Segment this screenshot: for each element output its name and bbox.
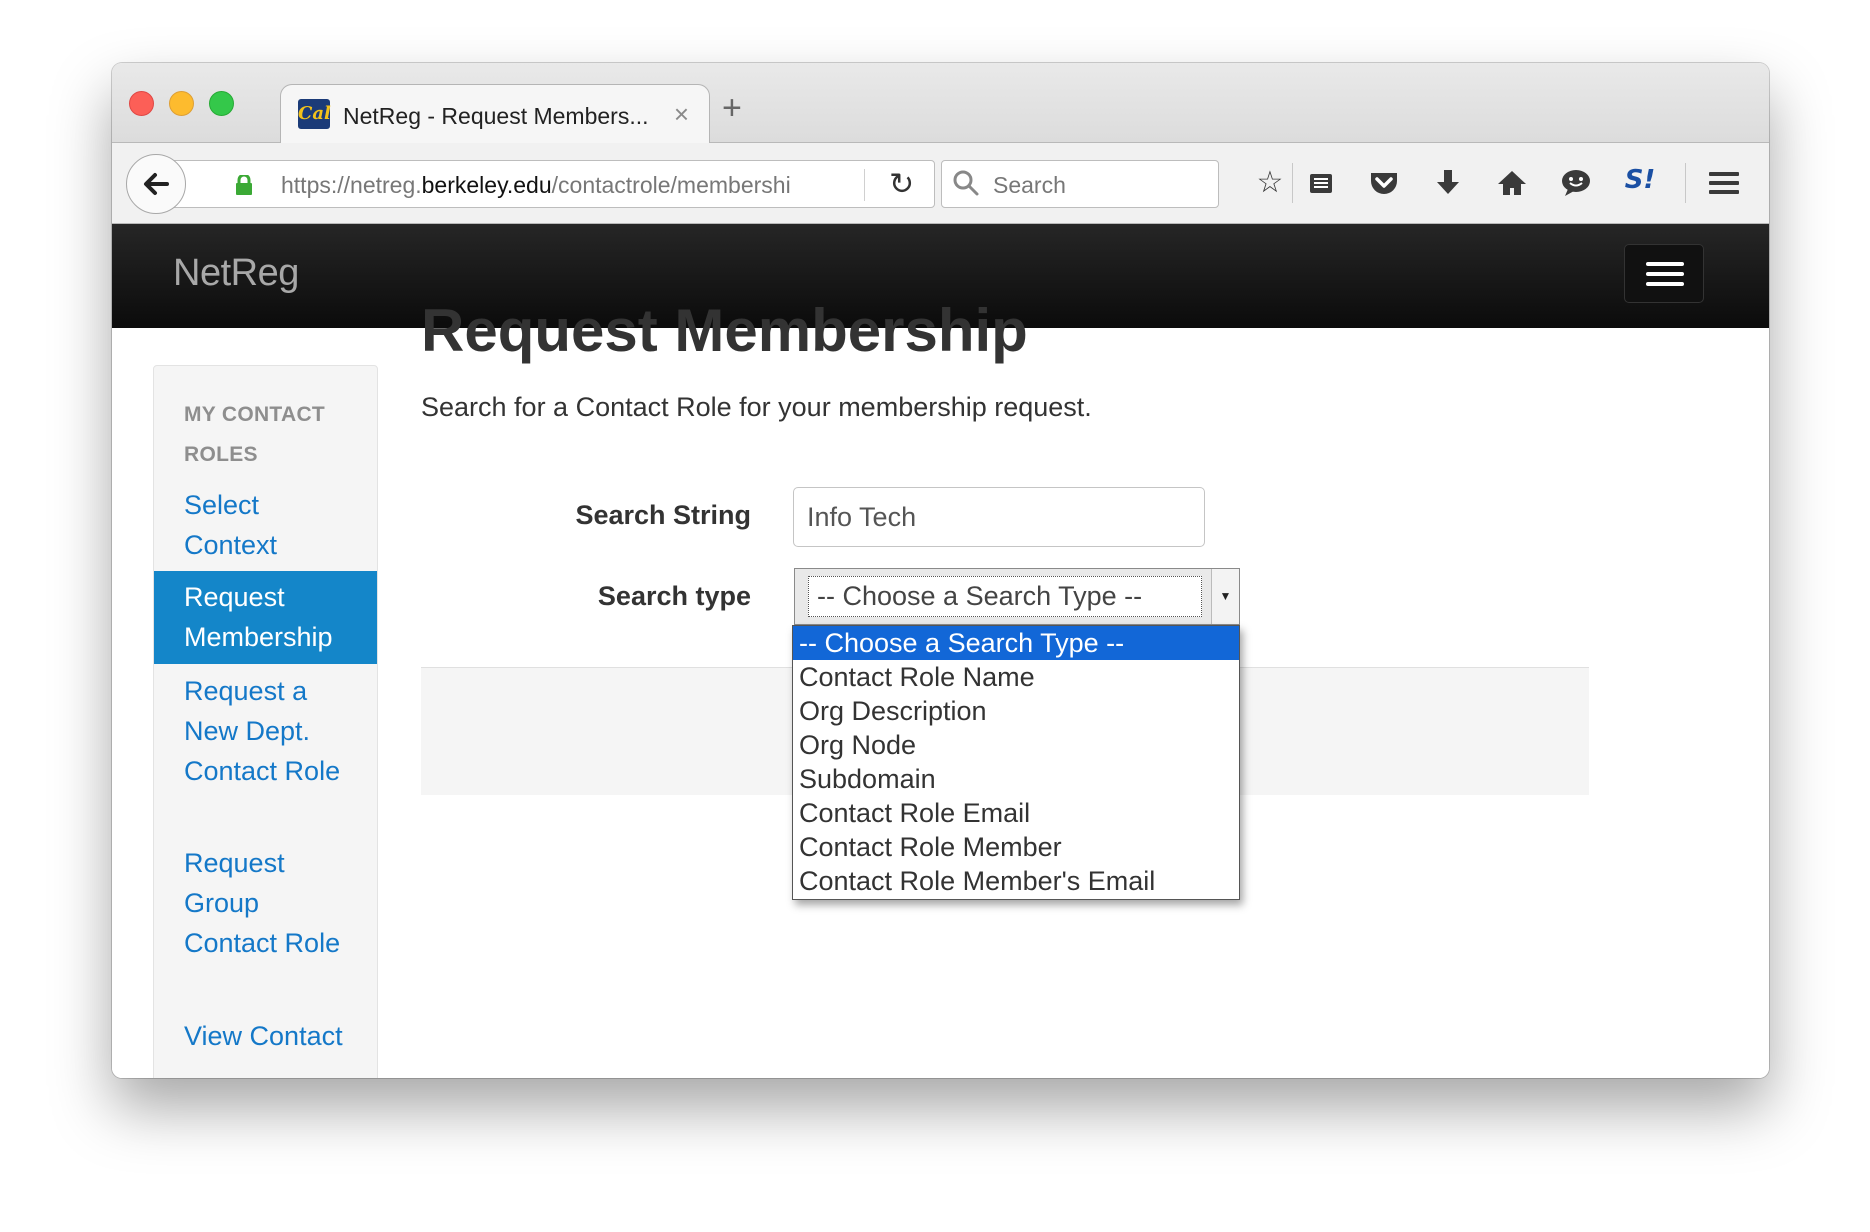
sidebar-item-request-group-contact-role[interactable]: Request Group Contact Role: [154, 843, 377, 963]
url-separator: [864, 169, 865, 201]
search-bar[interactable]: Search: [941, 160, 1219, 208]
download-icon[interactable]: [1428, 165, 1468, 205]
home-icon[interactable]: [1492, 165, 1532, 205]
dropdown-option[interactable]: -- Choose a Search Type --: [793, 626, 1239, 660]
search-string-input[interactable]: Info Tech: [793, 487, 1205, 547]
dropdown-option[interactable]: Contact Role Member's Email: [793, 864, 1239, 898]
dropdown-option[interactable]: Contact Role Email: [793, 796, 1239, 830]
sidebar-item-select-context[interactable]: Select Context: [154, 485, 377, 565]
search-placeholder: Search: [993, 172, 1066, 198]
toolbar-separator: [1292, 163, 1293, 203]
brand-logo[interactable]: NetReg: [173, 252, 299, 295]
search-icon: [953, 170, 979, 196]
url-text[interactable]: https://netreg.berkeley.edu/contactrole/…: [281, 172, 791, 199]
search-type-selected-value: -- Choose a Search Type --: [808, 576, 1202, 617]
back-arrow-icon: [144, 173, 169, 195]
web-page: NetReg MY CONTACT ROLES Select Context R…: [112, 224, 1769, 1078]
minimize-window-button[interactable]: [169, 91, 194, 116]
bookmark-star-icon[interactable]: ☆: [1250, 165, 1290, 205]
sidebar-header: MY CONTACT ROLES: [184, 403, 326, 466]
navbar-toggle-button[interactable]: [1624, 244, 1704, 303]
new-tab-button[interactable]: +: [722, 91, 742, 125]
cal-favicon-icon: Cal: [298, 99, 331, 129]
close-window-button[interactable]: [129, 91, 154, 116]
page-description: Search for a Contact Role for your membe…: [421, 392, 1092, 422]
search-string-label: Search String: [575, 500, 751, 530]
reload-icon[interactable]: ↻: [889, 167, 914, 202]
dropdown-option[interactable]: Contact Role Name: [793, 660, 1239, 694]
chevron-down-icon: ▼: [1211, 569, 1239, 624]
menu-icon[interactable]: [1704, 165, 1744, 205]
tab-bar: Cal NetReg - Request Members... × +: [112, 63, 1769, 144]
sidebar-item-view-contact[interactable]: View Contact: [154, 1016, 377, 1056]
reading-list-icon[interactable]: [1301, 165, 1341, 205]
url-bar[interactable]: https://netreg.berkeley.edu/contactrole/…: [157, 160, 935, 208]
search-type-select[interactable]: -- Choose a Search Type -- ▼: [794, 568, 1240, 625]
sidebar-item-request-new-dept-contact-role[interactable]: Request a New Dept. Contact Role: [154, 671, 377, 791]
extension-icon[interactable]: S!: [1620, 165, 1660, 205]
toolbar-separator: [1685, 163, 1686, 203]
back-button[interactable]: [126, 154, 186, 214]
dropdown-option[interactable]: Org Description: [793, 694, 1239, 728]
dropdown-option[interactable]: Org Node: [793, 728, 1239, 762]
search-type-dropdown: -- Choose a Search Type -- Contact Role …: [792, 625, 1240, 900]
dropdown-option[interactable]: Contact Role Member: [793, 830, 1239, 864]
sidebar-item-request-membership[interactable]: Request Membership: [154, 571, 377, 664]
sidebar: MY CONTACT ROLES Select Context Request …: [153, 365, 378, 1078]
zoom-window-button[interactable]: [209, 91, 234, 116]
browser-window: Cal NetReg - Request Members... × + http…: [112, 63, 1769, 1078]
tab-close-icon[interactable]: ×: [674, 99, 689, 130]
dropdown-option[interactable]: Subdomain: [793, 762, 1239, 796]
browser-tab-active[interactable]: Cal NetReg - Request Members... ×: [280, 84, 710, 144]
tab-title: NetReg - Request Members...: [343, 103, 649, 129]
navigation-toolbar: https://netreg.berkeley.edu/contactrole/…: [112, 143, 1769, 224]
search-type-label: Search type: [597, 581, 751, 611]
lock-icon: [236, 175, 252, 195]
pocket-icon[interactable]: [1364, 165, 1404, 205]
page-title: Request Membership: [421, 297, 1028, 364]
chat-icon[interactable]: [1556, 165, 1596, 205]
